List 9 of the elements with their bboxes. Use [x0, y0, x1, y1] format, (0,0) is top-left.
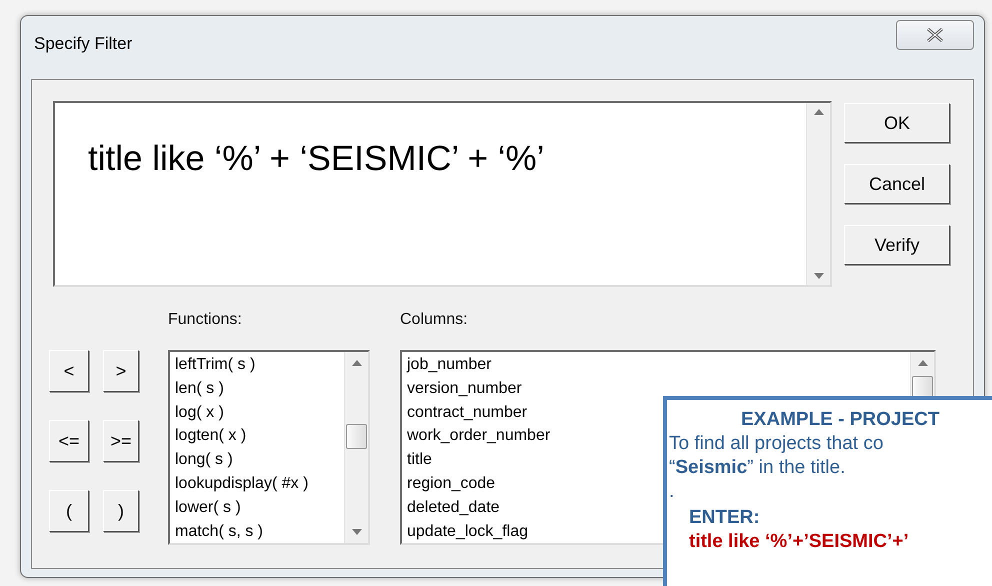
callout-text: To find all projects that co [669, 432, 884, 456]
example-text: title like ‘%’+’SEISMIC’+’ [689, 530, 910, 554]
callout-text: “Seismic” in the title. [669, 456, 846, 480]
columns-label: Columns: [400, 310, 468, 330]
window-title: Specify Filter [33, 32, 134, 55]
enter-label: ENTER: [689, 506, 761, 530]
callout-text: . [669, 480, 676, 504]
functions-label: Functions: [168, 310, 242, 330]
callout-heading: EXAMPLE - PROJECT [740, 408, 940, 432]
